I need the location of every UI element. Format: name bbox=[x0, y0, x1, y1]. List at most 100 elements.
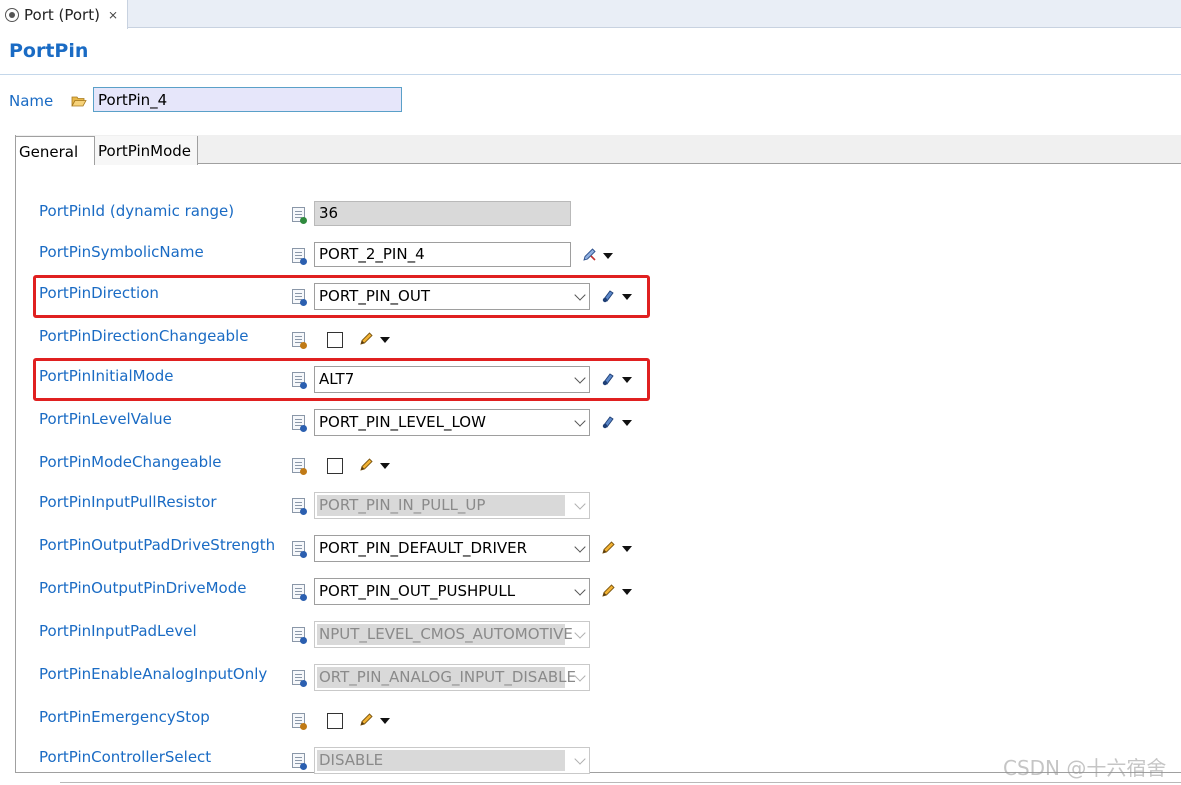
badge-icon bbox=[300, 508, 307, 515]
select-field[interactable]: PORT_PIN_DEFAULT_DRIVER bbox=[314, 535, 590, 562]
select-field[interactable]: PORT_PIN_OUT_PUSHPULL bbox=[314, 578, 590, 605]
select-value: PORT_PIN_DEFAULT_DRIVER bbox=[319, 539, 528, 557]
doc-blue-icon bbox=[292, 627, 307, 644]
pencil-menu-button[interactable] bbox=[358, 712, 392, 730]
pencil-menu-button[interactable] bbox=[600, 540, 634, 558]
bottom-divider bbox=[60, 782, 1181, 783]
link-menu-button[interactable] bbox=[600, 414, 634, 432]
text-field[interactable]: PORT_2_PIN_4 bbox=[314, 242, 571, 267]
doc-text-icon bbox=[292, 248, 307, 265]
badge-icon bbox=[300, 594, 307, 601]
select-field: PORT_PIN_IN_PULL_UP bbox=[314, 492, 590, 519]
select-value: PORT_PIN_LEVEL_LOW bbox=[319, 413, 486, 431]
pencil-icon bbox=[358, 457, 374, 473]
tab-portpinmode[interactable]: PortPinMode bbox=[95, 136, 198, 165]
dropdown-arrow-icon bbox=[622, 420, 632, 426]
doc-blue-icon bbox=[292, 753, 307, 770]
chevron-down-icon bbox=[574, 753, 586, 765]
editor-tab-label: Port (Port) bbox=[24, 5, 100, 24]
select-field: DISABLE bbox=[314, 747, 590, 774]
title-divider bbox=[0, 74, 1181, 75]
param-row: PortPinOutputPadDriveStrength PORT_PIN_DE… bbox=[0, 533, 1181, 573]
doc-blue-icon bbox=[292, 541, 307, 558]
select-value: DISABLE bbox=[319, 751, 384, 769]
pencil-icon bbox=[358, 331, 374, 347]
checkbox[interactable] bbox=[327, 458, 343, 474]
pencil-menu-button[interactable] bbox=[358, 331, 392, 349]
param-row: PortPinLevelValue PORT_PIN_LEVEL_LOW bbox=[0, 407, 1181, 447]
badge-icon bbox=[300, 468, 307, 475]
badge-icon bbox=[300, 258, 307, 265]
select-field: ORT_PIN_ANALOG_INPUT_DISABLE bbox=[314, 664, 590, 691]
dropdown-arrow-icon bbox=[380, 463, 390, 469]
pencil-icon bbox=[600, 583, 616, 599]
dropdown-arrow-icon bbox=[380, 718, 390, 724]
doc-number-icon bbox=[292, 207, 307, 224]
badge-icon bbox=[300, 217, 307, 224]
port-module-icon bbox=[5, 7, 19, 22]
chevron-down-icon bbox=[574, 627, 586, 639]
badge-icon bbox=[300, 425, 307, 432]
param-row: PortPinId (dynamic range) 36 bbox=[0, 199, 1181, 239]
close-icon[interactable]: ⨯ bbox=[108, 8, 118, 22]
pencil-menu-button[interactable] bbox=[358, 457, 392, 475]
checkbox[interactable] bbox=[327, 713, 343, 729]
dropdown-arrow-icon bbox=[603, 253, 613, 259]
param-row: PortPinInputPadLevel NPUT_LEVEL_CMOS_AUTO… bbox=[0, 619, 1181, 659]
chevron-down-icon bbox=[574, 498, 586, 510]
badge-icon bbox=[300, 680, 307, 687]
param-label: PortPinOutputPadDriveStrength bbox=[39, 536, 276, 554]
param-row: PortPinModeChangeable bbox=[0, 450, 1181, 490]
highlight-box bbox=[33, 358, 650, 401]
highlight-box bbox=[33, 275, 650, 318]
select-field[interactable]: PORT_PIN_LEVEL_LOW bbox=[314, 409, 590, 436]
readonly-field: 36 bbox=[314, 201, 571, 226]
param-label: PortPinModeChangeable bbox=[39, 453, 222, 471]
select-value: ORT_PIN_ANALOG_INPUT_DISABLE bbox=[319, 668, 576, 686]
select-value: PORT_PIN_IN_PULL_UP bbox=[319, 496, 486, 514]
watermark: CSDN @十六宿舍 bbox=[1003, 756, 1167, 780]
page-title: PortPin bbox=[9, 40, 89, 62]
param-label: PortPinEnableAnalogInputOnly bbox=[39, 665, 268, 683]
folder-open-icon bbox=[71, 96, 87, 107]
badge-icon bbox=[300, 551, 307, 558]
param-label: PortPinLevelValue bbox=[39, 410, 172, 428]
badge-icon bbox=[300, 723, 307, 730]
select-field: NPUT_LEVEL_CMOS_AUTOMOTIVE bbox=[314, 621, 590, 648]
param-label: PortPinInputPullResistor bbox=[39, 493, 217, 511]
doc-blue-icon bbox=[292, 670, 307, 687]
doc-blue-icon bbox=[292, 584, 307, 601]
select-value: PORT_PIN_OUT_PUSHPULL bbox=[319, 582, 516, 600]
select-value: NPUT_LEVEL_CMOS_AUTOMOTIVE bbox=[319, 625, 573, 643]
pencil-icon bbox=[358, 712, 374, 728]
chevron-down-icon bbox=[574, 584, 586, 596]
edit-link-menu-button[interactable] bbox=[581, 247, 615, 265]
editor-tabbar bbox=[0, 0, 1181, 28]
param-label: PortPinDirectionChangeable bbox=[39, 327, 249, 345]
badge-icon bbox=[300, 637, 307, 644]
pencil-menu-button[interactable] bbox=[600, 583, 634, 601]
badge-icon bbox=[300, 342, 307, 349]
checkbox[interactable] bbox=[327, 332, 343, 348]
param-row: PortPinEnableAnalogInputOnly ORT_PIN_ANAL… bbox=[0, 662, 1181, 702]
link-icon bbox=[600, 414, 616, 430]
chevron-down-icon bbox=[574, 415, 586, 427]
param-label: PortPinEmergencyStop bbox=[39, 708, 210, 726]
dropdown-arrow-icon bbox=[380, 337, 390, 343]
chevron-down-icon bbox=[574, 541, 586, 553]
tab-general[interactable]: General bbox=[16, 136, 95, 165]
editor-tab-port[interactable]: Port (Port) ⨯ bbox=[0, 0, 128, 29]
xy-icon bbox=[292, 332, 307, 349]
param-label: PortPinControllerSelect bbox=[39, 748, 212, 766]
param-label: PortPinInputPadLevel bbox=[39, 622, 197, 640]
dropdown-arrow-icon bbox=[622, 546, 632, 552]
xy-icon bbox=[292, 713, 307, 730]
edit-link-icon bbox=[581, 247, 597, 263]
param-label: PortPinSymbolicName bbox=[39, 243, 204, 261]
doc-blue-icon bbox=[292, 498, 307, 515]
doc-icon bbox=[292, 415, 307, 432]
param-row: PortPinInputPullResistor PORT_PIN_IN_PULL… bbox=[0, 490, 1181, 530]
param-row: PortPinOutputPinDriveMode PORT_PIN_OUT_PU… bbox=[0, 576, 1181, 616]
param-row: PortPinSymbolicName PORT_2_PIN_4 bbox=[0, 240, 1181, 280]
name-input[interactable] bbox=[93, 87, 402, 112]
